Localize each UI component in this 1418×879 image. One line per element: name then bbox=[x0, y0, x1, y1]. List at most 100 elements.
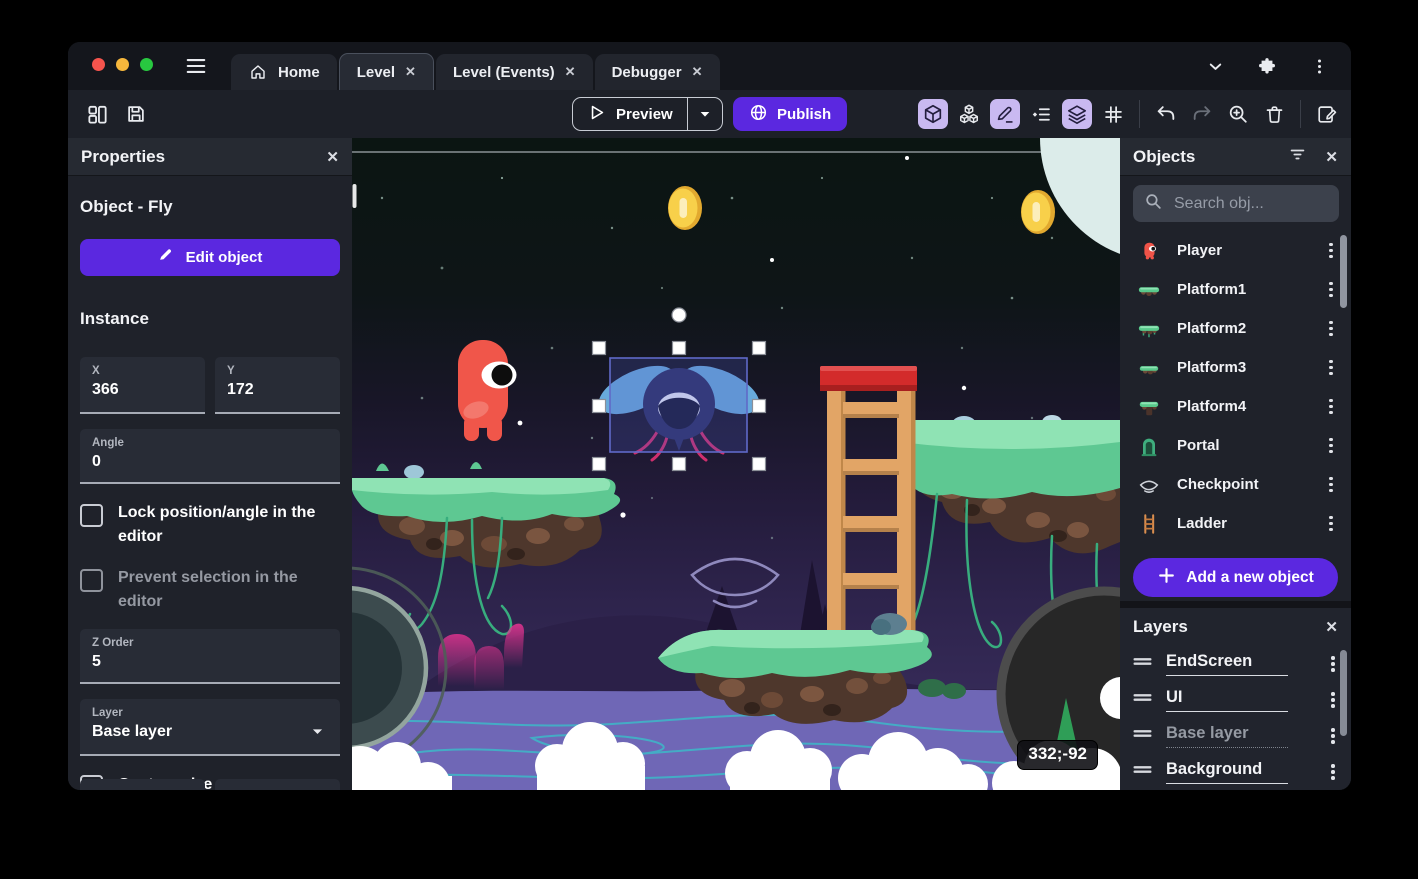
object-search[interactable] bbox=[1133, 185, 1339, 222]
close-tab-icon[interactable]: ✕ bbox=[692, 64, 703, 80]
scene-canvas[interactable]: 332;-92 bbox=[352, 138, 1120, 790]
layers-panel-toggle-icon[interactable] bbox=[1062, 99, 1092, 129]
redo-icon[interactable] bbox=[1187, 99, 1217, 129]
play-icon bbox=[587, 103, 606, 126]
rotate-handle[interactable] bbox=[671, 307, 687, 323]
tab-debugger[interactable]: Debugger ✕ bbox=[594, 54, 720, 90]
tab-label: Level bbox=[356, 63, 396, 81]
layer-name[interactable]: UI bbox=[1166, 688, 1288, 712]
close-icon[interactable]: ✕ bbox=[1325, 618, 1338, 636]
close-tab-icon[interactable]: ✕ bbox=[565, 64, 576, 80]
clipped-size-fields bbox=[80, 779, 340, 790]
grid-icon[interactable] bbox=[1098, 99, 1128, 129]
kebab-menu-icon[interactable] bbox=[1309, 56, 1329, 76]
edit-scene-properties-icon[interactable] bbox=[1312, 99, 1342, 129]
tab-home[interactable]: Home bbox=[231, 54, 337, 90]
layer-name[interactable]: Base layer bbox=[1166, 724, 1288, 748]
kebab-menu-icon[interactable] bbox=[1327, 689, 1339, 710]
objects-panel-title: Objects bbox=[1133, 146, 1196, 166]
kebab-menu-icon[interactable] bbox=[1325, 474, 1337, 495]
edit-object-button[interactable]: Edit object bbox=[80, 239, 340, 276]
prevent-selection-checkbox-row[interactable]: Prevent selection in the editor bbox=[80, 566, 340, 614]
kebab-menu-icon[interactable] bbox=[1325, 513, 1337, 534]
add-object-button[interactable]: Add a new object bbox=[1133, 558, 1338, 597]
publish-button[interactable]: Publish bbox=[733, 97, 848, 131]
kebab-menu-icon[interactable] bbox=[1327, 761, 1339, 782]
kebab-menu-icon[interactable] bbox=[1325, 435, 1337, 456]
close-tab-icon[interactable]: ✕ bbox=[405, 64, 416, 80]
object-row[interactable]: Checkpoint bbox=[1120, 465, 1351, 504]
object-row[interactable]: Platform1 bbox=[1120, 270, 1351, 309]
lock-position-checkbox-row[interactable]: Lock position/angle in the editor bbox=[80, 501, 340, 549]
layer-name[interactable]: Background bbox=[1166, 760, 1288, 784]
preview-button[interactable]: Preview bbox=[572, 97, 724, 131]
scrollbar[interactable] bbox=[1340, 650, 1347, 736]
trash-icon[interactable] bbox=[1259, 99, 1289, 129]
canvas-scrollbar[interactable] bbox=[352, 184, 357, 208]
zoom-in-icon[interactable] bbox=[1223, 99, 1253, 129]
preview-options-button[interactable] bbox=[688, 98, 722, 130]
object-row[interactable]: Platform2 bbox=[1120, 309, 1351, 348]
chevron-down-icon[interactable] bbox=[1205, 56, 1225, 76]
layer-row[interactable]: Background bbox=[1120, 754, 1351, 790]
drag-handle-icon[interactable] bbox=[1132, 687, 1153, 713]
tab-level[interactable]: Level ✕ bbox=[338, 53, 434, 90]
properties-panel: Properties ✕ Object - Fly Edit object In… bbox=[68, 138, 352, 790]
plus-icon bbox=[1157, 566, 1176, 590]
maximize-window-button[interactable] bbox=[140, 58, 153, 71]
layer-row[interactable]: Base layer bbox=[1120, 718, 1351, 754]
object-row[interactable]: Portal bbox=[1120, 426, 1351, 465]
project-manager-icon[interactable] bbox=[84, 101, 110, 127]
coin-sprite[interactable] bbox=[1021, 190, 1055, 234]
close-window-button[interactable] bbox=[92, 58, 105, 71]
kebab-menu-icon[interactable] bbox=[1325, 279, 1337, 300]
checkbox-unchecked[interactable] bbox=[80, 569, 103, 592]
object-row[interactable]: Ladder bbox=[1120, 504, 1351, 543]
object-row[interactable]: Platform4 bbox=[1120, 387, 1351, 426]
coin-sprite[interactable] bbox=[668, 186, 702, 230]
close-icon[interactable]: ✕ bbox=[1325, 148, 1338, 166]
drag-handle-icon[interactable] bbox=[1132, 759, 1153, 785]
z-order-field[interactable]: Z Order 5 bbox=[80, 629, 340, 684]
x-position-field[interactable]: X 366 bbox=[80, 357, 205, 414]
extensions-puzzle-icon[interactable] bbox=[1257, 56, 1277, 76]
properties-pencil-icon[interactable] bbox=[990, 99, 1020, 129]
layer-row[interactable]: UI bbox=[1120, 682, 1351, 718]
objects-panel-toggle-cube-icon[interactable] bbox=[918, 99, 948, 129]
kebab-menu-icon[interactable] bbox=[1325, 318, 1337, 339]
minimize-window-button[interactable] bbox=[116, 58, 129, 71]
undo-icon[interactable] bbox=[1151, 99, 1181, 129]
portal-icon bbox=[1136, 433, 1162, 459]
instances-list-icon[interactable] bbox=[1026, 99, 1056, 129]
platform4-icon bbox=[1136, 394, 1162, 420]
kebab-menu-icon[interactable] bbox=[1327, 725, 1339, 746]
search-input[interactable] bbox=[1172, 193, 1311, 214]
object-row[interactable]: Player bbox=[1120, 231, 1351, 270]
layer-row[interactable]: EndScreen bbox=[1120, 646, 1351, 682]
menu-icon[interactable] bbox=[184, 55, 208, 77]
kebab-menu-icon[interactable] bbox=[1325, 357, 1337, 378]
filter-icon[interactable] bbox=[1288, 145, 1307, 169]
save-icon[interactable] bbox=[123, 101, 149, 127]
angle-field[interactable]: Angle 0 bbox=[80, 429, 340, 484]
y-position-field[interactable]: Y 172 bbox=[215, 357, 340, 414]
object-row[interactable]: Platform3 bbox=[1120, 348, 1351, 387]
drag-handle-icon[interactable] bbox=[1132, 723, 1153, 749]
home-icon bbox=[248, 62, 268, 82]
traffic-lights bbox=[92, 58, 153, 71]
divider bbox=[1139, 100, 1140, 128]
kebab-menu-icon[interactable] bbox=[1325, 240, 1337, 261]
pencil-icon bbox=[158, 247, 175, 268]
kebab-menu-icon[interactable] bbox=[1327, 653, 1339, 674]
scrollbar[interactable] bbox=[1340, 235, 1347, 308]
close-icon[interactable]: ✕ bbox=[326, 148, 339, 166]
layer-name[interactable]: EndScreen bbox=[1166, 652, 1288, 676]
app-window: Home Level ✕ Level (Events) ✕ Debugger ✕ bbox=[68, 42, 1351, 790]
layers-panel-title: Layers bbox=[1133, 617, 1188, 636]
instances-cubes-icon[interactable] bbox=[954, 99, 984, 129]
drag-handle-icon[interactable] bbox=[1132, 651, 1153, 677]
checkbox-unchecked[interactable] bbox=[80, 504, 103, 527]
tab-level-events[interactable]: Level (Events) ✕ bbox=[435, 54, 593, 90]
layer-select[interactable]: Layer Base layer bbox=[80, 699, 340, 756]
kebab-menu-icon[interactable] bbox=[1325, 396, 1337, 417]
